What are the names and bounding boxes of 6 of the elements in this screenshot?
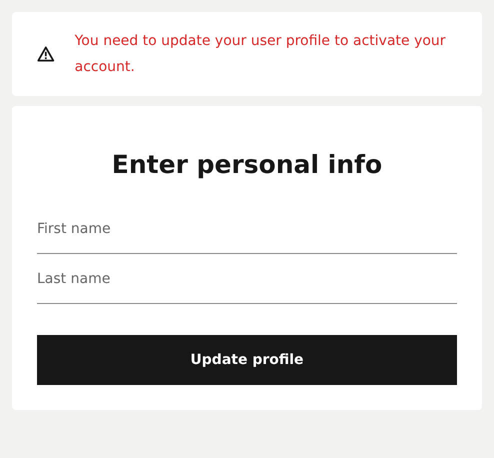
alert-message: You need to update your user profile to activate your account. [74, 32, 447, 77]
warning-icon [37, 45, 55, 63]
form-title: Enter personal info [110, 150, 384, 179]
text-field[interactable]: Last name [37, 257, 457, 304]
update-profile-button[interactable]: Update profile [37, 335, 457, 385]
text-field[interactable]: First name [37, 207, 457, 254]
